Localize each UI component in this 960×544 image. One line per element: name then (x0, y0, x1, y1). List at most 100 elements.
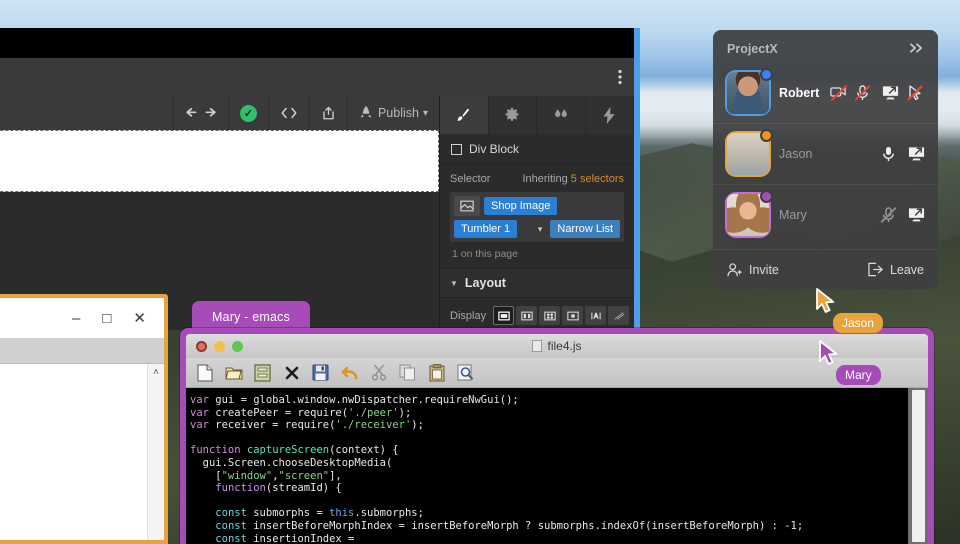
tab-settings[interactable] (489, 96, 537, 134)
selector-chip-0[interactable]: Shop Image (484, 197, 558, 215)
cut-icon[interactable] (369, 363, 388, 382)
left-application-window[interactable]: – □ ✕ ˄ (0, 294, 168, 544)
remote-cursor-label-mary: Mary (836, 365, 881, 385)
undo-icon[interactable] (340, 363, 359, 382)
leave-label: Leave (889, 262, 924, 277)
left-window-toolbar[interactable] (0, 338, 164, 364)
new-file-icon[interactable] (195, 363, 214, 382)
participant-row-jason[interactable]: Jason (713, 123, 938, 184)
left-window-scrollbar[interactable]: ˄ (147, 364, 164, 540)
participant-controls[interactable] (880, 206, 925, 224)
maximize-button[interactable]: □ (102, 311, 111, 326)
publish-status-button[interactable]: ✓ (227, 96, 268, 130)
status-dot (760, 190, 773, 203)
inheriting-count: 5 selectors (570, 173, 624, 185)
close-file-icon[interactable] (282, 363, 301, 382)
participant-row-mary[interactable]: Mary (713, 184, 938, 245)
selector-chip-2[interactable]: Narrow List (550, 220, 620, 238)
undo-button[interactable] (172, 96, 228, 130)
minimize-button[interactable]: – (72, 311, 80, 326)
participant-name: Jason (779, 147, 813, 161)
code-view-button[interactable] (267, 96, 309, 130)
webflow-style-panel: Div Block Selector Inheriting 5 selector… (439, 96, 634, 330)
search-icon[interactable] (456, 363, 475, 382)
display-flex-button[interactable] (516, 306, 538, 325)
chevron-double-right-icon[interactable] (909, 42, 924, 56)
selected-element-row[interactable]: Div Block (440, 134, 634, 165)
svg-text:A: A (594, 314, 598, 320)
left-window-titlebar: – □ ✕ (0, 298, 164, 338)
copy-icon[interactable] (398, 363, 417, 382)
microphone-off-icon[interactable] (880, 206, 898, 224)
cursor-share-off-icon[interactable] (907, 84, 924, 101)
project-call-panel: ProjectX Robert Jason Mary Invite Leave (713, 30, 938, 289)
project-panel-footer: Invite Leave (713, 249, 938, 289)
open-folder-icon[interactable] (224, 363, 243, 382)
checkmark-icon: ✓ (239, 104, 257, 122)
export-button[interactable] (308, 96, 347, 130)
camera-off-icon[interactable] (830, 84, 848, 101)
project-title: ProjectX (727, 42, 778, 56)
style-panel-tabs[interactable] (440, 96, 634, 134)
scroll-up-button[interactable]: ˄ (148, 364, 164, 378)
tab-interactions[interactable] (537, 96, 586, 134)
display-inline-button[interactable]: A (585, 306, 607, 325)
inheriting-label: Inheriting 5 selectors (522, 173, 624, 185)
participant-controls[interactable] (830, 84, 924, 101)
display-grid-button[interactable] (539, 306, 561, 325)
layout-section-header[interactable]: ▼ Layout (440, 268, 634, 298)
selector-chip-box[interactable]: Shop Image Tumbler 1 ▾ Narrow List (450, 192, 624, 242)
image-thumbnail-icon[interactable] (454, 196, 480, 216)
participant-name: Robert (779, 85, 820, 100)
leave-button[interactable]: Leave (868, 262, 924, 277)
screen-share-icon[interactable] (908, 207, 925, 223)
emacs-filename: file4.js (186, 339, 928, 353)
browser-window[interactable]: star-icon ✓ (0, 28, 640, 330)
close-button[interactable]: ✕ (133, 311, 146, 326)
layout-section-label: Layout (464, 276, 506, 290)
selected-element-label: Div Block (469, 142, 520, 156)
screen-share-icon[interactable] (882, 85, 899, 101)
save-as-icon[interactable] (253, 363, 272, 382)
webflow-toolbar[interactable]: ✓ Publish ▾ (0, 96, 439, 130)
display-none-button[interactable] (608, 306, 630, 325)
webflow-canvas-selected-block[interactable] (0, 130, 439, 192)
participant-row-robert[interactable]: Robert (713, 62, 938, 123)
microphone-icon[interactable] (882, 146, 898, 162)
browser-tabstrip (0, 28, 634, 58)
kebab-menu-icon[interactable] (618, 69, 622, 85)
emacs-toolbar[interactable] (186, 358, 928, 388)
browser-address-bar[interactable]: star-icon (0, 58, 634, 96)
js-file-icon (532, 340, 543, 352)
div-block-icon (451, 143, 462, 155)
display-options[interactable]: A (493, 306, 630, 325)
save-icon[interactable] (311, 363, 330, 382)
tab-style[interactable] (440, 96, 489, 134)
paste-icon[interactable] (427, 363, 446, 382)
publish-button[interactable]: Publish ▾ (346, 96, 439, 130)
screen-share-icon[interactable] (908, 146, 925, 162)
emacs-code-area[interactable]: var gui = global.window.nwDispatcher.req… (186, 388, 928, 544)
status-dot (760, 67, 773, 81)
emacs-scrollbar-thumb[interactable] (912, 390, 925, 542)
chevron-down-icon[interactable]: ▾ (538, 224, 547, 235)
selector-section: Selector Inheriting 5 selectors Shop Ima… (440, 165, 634, 268)
participant-controls[interactable] (882, 146, 925, 162)
invite-button[interactable]: Invite (727, 263, 779, 277)
publish-label: Publish (377, 106, 419, 120)
microphone-off-icon[interactable] (854, 84, 872, 101)
chevron-down-icon[interactable]: ▾ (423, 108, 428, 119)
tab-effects[interactable] (586, 96, 634, 134)
avatar[interactable] (727, 67, 773, 114)
display-block-button[interactable] (493, 306, 515, 325)
avatar[interactable] (727, 129, 773, 175)
emacs-scrollbar[interactable] (908, 388, 928, 544)
participant-name: Mary (779, 208, 807, 222)
selector-chip-1[interactable]: Tumbler 1 (454, 220, 518, 238)
display-inline-block-button[interactable] (562, 306, 584, 325)
display-label: Display (450, 309, 487, 322)
selector-usage-count: 1 on this page (452, 248, 518, 260)
avatar[interactable] (727, 190, 773, 236)
emacs-tab-label: Mary - emacs (211, 310, 291, 324)
emacs-titlebar: file4.js (186, 334, 928, 358)
